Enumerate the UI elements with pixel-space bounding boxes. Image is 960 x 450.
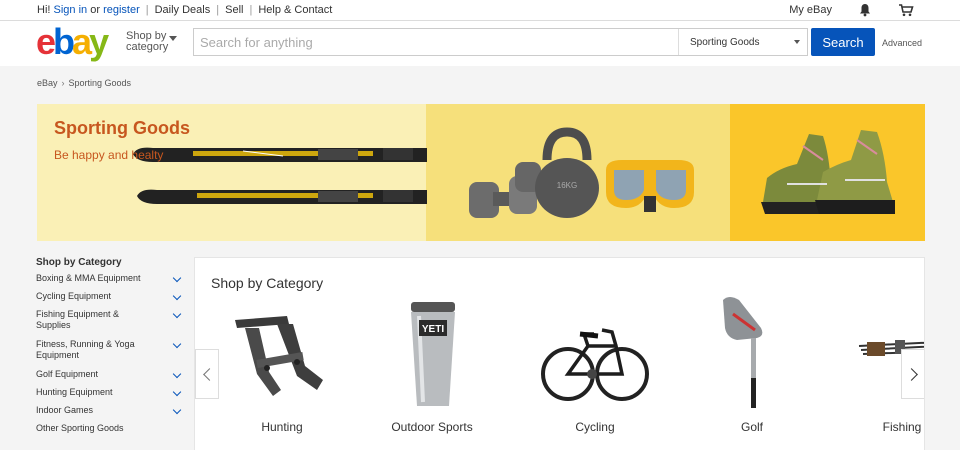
sidebar-item-indoor-games[interactable]: Indoor Games <box>36 405 186 423</box>
my-ebay-link[interactable]: My eBay <box>789 4 832 16</box>
category-selected-value: Sporting Goods <box>690 37 760 48</box>
sidebar-item-fitness[interactable]: Fitness, Running & Yoga Equipment <box>36 339 186 369</box>
chevron-down-icon[interactable] <box>172 309 182 319</box>
chevron-down-icon <box>794 40 800 44</box>
category-sidebar: Shop by Category Boxing & MMA Equipment … <box>36 257 186 441</box>
svg-text:YETI: YETI <box>422 324 444 335</box>
panel-title: Shop by Category <box>211 275 324 291</box>
search-button[interactable]: Search <box>811 28 875 56</box>
category-label: Fishing <box>882 420 922 434</box>
top-bar-left: Hi! Sign in or register | Daily Deals | … <box>37 4 332 16</box>
sell-link[interactable]: Sell <box>225 4 243 16</box>
or-text: or <box>90 4 100 16</box>
chevron-down-icon[interactable] <box>169 36 177 41</box>
top-bar: Hi! Sign in or register | Daily Deals | … <box>0 0 960 21</box>
chevron-left-icon <box>202 367 216 381</box>
chevron-right-icon <box>904 367 918 381</box>
category-label: Golf <box>740 420 763 434</box>
scope-mount-icon <box>235 316 323 396</box>
breadcrumb-separator-icon: › <box>61 78 65 88</box>
top-bar-right: My eBay <box>789 3 914 17</box>
carousel-next-button[interactable] <box>901 349 924 399</box>
daily-deals-link[interactable]: Daily Deals <box>155 4 211 16</box>
advanced-search-link[interactable]: Advanced <box>882 38 922 48</box>
register-link[interactable]: register <box>103 4 140 16</box>
chevron-down-icon[interactable] <box>172 369 182 379</box>
help-contact-link[interactable]: Help & Contact <box>258 4 332 16</box>
sidebar-item-golf[interactable]: Golf Equipment <box>36 369 186 387</box>
search-input[interactable] <box>194 29 678 55</box>
chevron-down-icon[interactable] <box>172 387 182 397</box>
chevron-down-icon[interactable] <box>172 273 182 283</box>
tumbler-icon: YETI <box>411 302 455 406</box>
breadcrumb-current: Sporting Goods <box>68 78 132 88</box>
hiking-shoes-image <box>761 130 895 214</box>
chevron-down-icon[interactable] <box>172 291 182 301</box>
chevron-down-icon[interactable] <box>172 405 182 415</box>
chevron-down-icon[interactable] <box>172 339 182 349</box>
bicycle-icon <box>541 328 649 401</box>
sidebar-item-boxing[interactable]: Boxing & MMA Equipment <box>36 273 186 291</box>
shop-by-category-panel: Shop by Category Hunting YETI Outdoor Sp… <box>194 257 925 450</box>
kettlebell-image: 16KG <box>535 127 599 218</box>
diving-mask-image <box>606 160 694 212</box>
sidebar-item-fishing[interactable]: Fishing Equipment & Supplies <box>36 309 186 339</box>
sidebar-item-hunting[interactable]: Hunting Equipment <box>36 387 186 405</box>
sign-in-link[interactable]: Sign in <box>54 4 88 16</box>
category-card-golf[interactable]: Golf <box>677 294 827 444</box>
category-label: Hunting <box>261 420 303 434</box>
header: ebay Shop by category Sporting Goods Sea… <box>0 21 960 66</box>
carousel-prev-button[interactable] <box>195 349 219 399</box>
cart-icon[interactable] <box>898 3 914 17</box>
sidebar-item-cycling[interactable]: Cycling Equipment <box>36 291 186 309</box>
greeting-text: Hi! <box>37 4 51 16</box>
shop-by-category-button[interactable]: Shop by category <box>126 31 168 53</box>
golf-club-icon <box>723 297 763 408</box>
banner-title: Sporting Goods <box>54 118 190 138</box>
category-card-cycling[interactable]: Cycling <box>520 294 670 444</box>
category-label: Cycling <box>575 420 615 434</box>
skis-image <box>133 147 427 204</box>
search-box: Sporting Goods <box>193 28 808 56</box>
divider: | <box>216 4 220 16</box>
divider: | <box>249 4 253 16</box>
sidebar-list: Boxing & MMA Equipment Cycling Equipment… <box>36 273 186 441</box>
bell-icon[interactable] <box>858 3 872 17</box>
category-label: Outdoor Sports <box>391 420 473 434</box>
category-select[interactable]: Sporting Goods <box>678 29 807 55</box>
divider: | <box>145 4 149 16</box>
sidebar-title: Shop by Category <box>36 257 122 268</box>
hero-banner[interactable]: Sporting Goods Be happy and healty 16KG <box>37 104 925 241</box>
category-card-hunting[interactable]: Hunting <box>207 294 357 444</box>
svg-text:16KG: 16KG <box>557 181 577 190</box>
breadcrumb: eBay › Sporting Goods <box>37 78 131 88</box>
category-card-outdoor-sports[interactable]: YETI Outdoor Sports <box>357 294 507 444</box>
ebay-logo[interactable]: ebay <box>36 24 109 60</box>
sidebar-item-other[interactable]: Other Sporting Goods <box>36 423 186 441</box>
banner-subtitle: Be happy and healty <box>54 148 164 162</box>
breadcrumb-home[interactable]: eBay <box>37 78 58 88</box>
